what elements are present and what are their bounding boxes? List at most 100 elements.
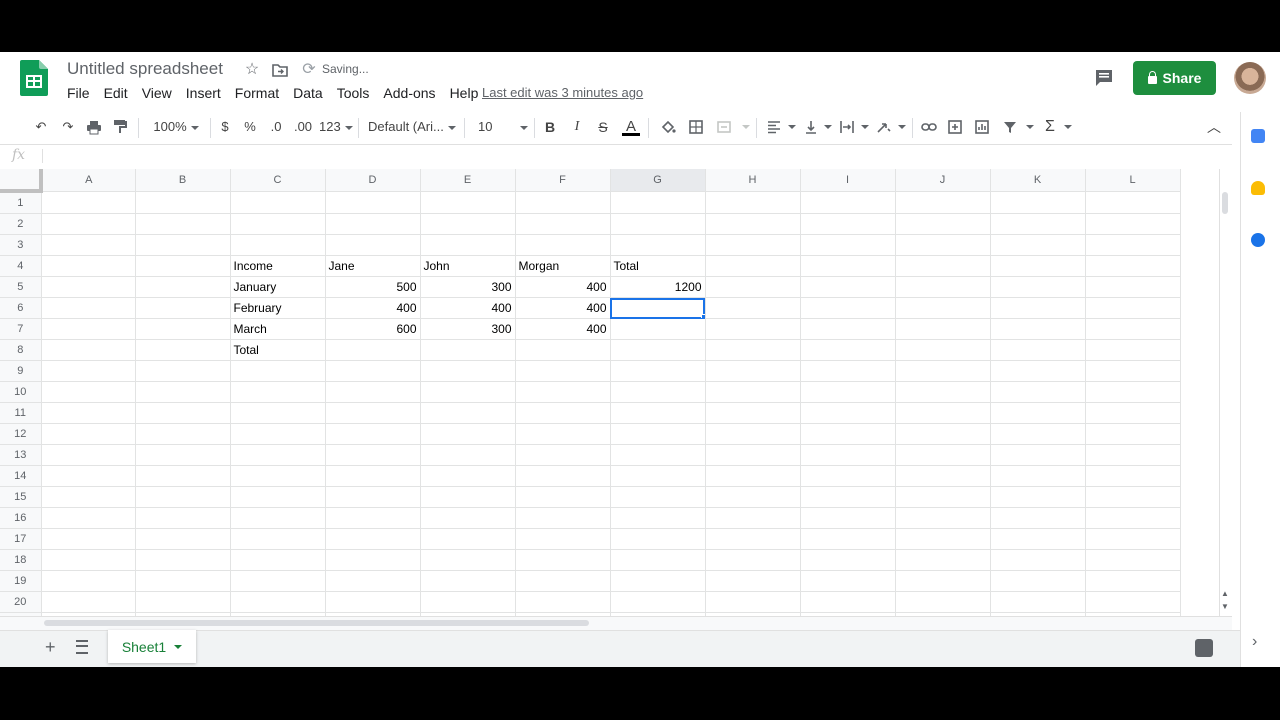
cell-k11[interactable]: [990, 402, 1086, 424]
cell-k14[interactable]: [990, 465, 1086, 487]
cell-b13[interactable]: [135, 444, 231, 466]
row-header[interactable]: 17: [0, 528, 42, 550]
cell-b5[interactable]: [135, 276, 231, 298]
cell-b19[interactable]: [135, 570, 231, 592]
cell-k15[interactable]: [990, 486, 1086, 508]
cell-i16[interactable]: [800, 507, 896, 529]
menu-help[interactable]: Help: [450, 85, 479, 105]
explore-icon[interactable]: [1195, 639, 1213, 657]
cell-f2[interactable]: [515, 213, 611, 235]
menu-format[interactable]: Format: [235, 85, 279, 105]
cell-a13[interactable]: [41, 444, 136, 466]
cell-k3[interactable]: [990, 234, 1086, 256]
scroll-up-icon[interactable]: ▲: [1221, 589, 1229, 598]
cell-j11[interactable]: [895, 402, 991, 424]
cell-l18[interactable]: [1085, 549, 1181, 571]
cell-l20[interactable]: [1085, 591, 1181, 613]
column-header-a[interactable]: A: [41, 169, 136, 192]
cell-l2[interactable]: [1085, 213, 1181, 235]
cell-k6[interactable]: [990, 297, 1086, 319]
share-button[interactable]: Share: [1133, 61, 1216, 95]
text-wrapping-icon[interactable]: [839, 119, 855, 135]
cell-d1[interactable]: [325, 191, 421, 214]
cell-g14[interactable]: [610, 465, 706, 487]
cell-i5[interactable]: [800, 276, 896, 298]
italic-button[interactable]: I: [570, 119, 584, 135]
cell-d13[interactable]: [325, 444, 421, 466]
cell-b10[interactable]: [135, 381, 231, 403]
cell-k12[interactable]: [990, 423, 1086, 445]
row-header[interactable]: 3: [0, 234, 42, 256]
cell-h9[interactable]: [705, 360, 801, 382]
cell-g4[interactable]: Total: [610, 255, 706, 277]
cell-d19[interactable]: [325, 570, 421, 592]
cell-f7[interactable]: 400: [515, 318, 611, 340]
column-header-l[interactable]: L: [1085, 169, 1181, 192]
cell-a7[interactable]: [41, 318, 136, 340]
cell-a4[interactable]: [41, 255, 136, 277]
cell-a16[interactable]: [41, 507, 136, 529]
cell-e1[interactable]: [420, 191, 516, 214]
cell-c16[interactable]: [230, 507, 326, 529]
menu-view[interactable]: View: [142, 85, 172, 105]
cell-h8[interactable]: [705, 339, 801, 361]
cell-g3[interactable]: [610, 234, 706, 256]
column-header-i[interactable]: I: [800, 169, 896, 192]
cell-e16[interactable]: [420, 507, 516, 529]
cell-e6[interactable]: 400: [420, 297, 516, 319]
cell-h15[interactable]: [705, 486, 801, 508]
cell-h10[interactable]: [705, 381, 801, 403]
cell-f12[interactable]: [515, 423, 611, 445]
cell-i18[interactable]: [800, 549, 896, 571]
strikethrough-button[interactable]: S: [596, 119, 610, 135]
percent-format-button[interactable]: %: [243, 119, 257, 135]
cell-e8[interactable]: [420, 339, 516, 361]
cell-d16[interactable]: [325, 507, 421, 529]
cell-d12[interactable]: [325, 423, 421, 445]
cell-a8[interactable]: [41, 339, 136, 361]
row-header[interactable]: 9: [0, 360, 42, 382]
cell-d18[interactable]: [325, 549, 421, 571]
cell-j8[interactable]: [895, 339, 991, 361]
cell-j12[interactable]: [895, 423, 991, 445]
column-header-h[interactable]: H: [705, 169, 801, 192]
cell-f6[interactable]: 400: [515, 297, 611, 319]
cell-h5[interactable]: [705, 276, 801, 298]
cell-f14[interactable]: [515, 465, 611, 487]
row-header[interactable]: 10: [0, 381, 42, 403]
cell-f1[interactable]: [515, 191, 611, 214]
cell-g11[interactable]: [610, 402, 706, 424]
cell-b11[interactable]: [135, 402, 231, 424]
cell-i20[interactable]: [800, 591, 896, 613]
borders-icon[interactable]: [688, 119, 704, 135]
cell-b15[interactable]: [135, 486, 231, 508]
row-header[interactable]: 18: [0, 549, 42, 571]
cell-h7[interactable]: [705, 318, 801, 340]
cell-c14[interactable]: [230, 465, 326, 487]
cell-c7[interactable]: March: [230, 318, 326, 340]
cell-f8[interactable]: [515, 339, 611, 361]
sheet-tab[interactable]: Sheet1: [108, 630, 196, 663]
cell-i3[interactable]: [800, 234, 896, 256]
cell-d20[interactable]: [325, 591, 421, 613]
cell-d11[interactable]: [325, 402, 421, 424]
column-header-c[interactable]: C: [230, 169, 326, 192]
horizontal-scroll-thumb[interactable]: [44, 620, 589, 626]
cell-e3[interactable]: [420, 234, 516, 256]
row-header[interactable]: 7: [0, 318, 42, 340]
cell-h4[interactable]: [705, 255, 801, 277]
cell-i1[interactable]: [800, 191, 896, 214]
sheet-grid[interactable]: ABCDEFGHIJKL 1 2 3 4 Income Jane John Morgan Tot…: [0, 169, 1219, 616]
cell-d5[interactable]: 500: [325, 276, 421, 298]
sheets-logo-icon[interactable]: [20, 60, 48, 96]
cell-a11[interactable]: [41, 402, 136, 424]
row-header[interactable]: 6: [0, 297, 42, 319]
cell-e14[interactable]: [420, 465, 516, 487]
cell-c1[interactable]: [230, 191, 326, 214]
cell-l3[interactable]: [1085, 234, 1181, 256]
cell-g6[interactable]: [610, 297, 706, 319]
insert-comment-icon[interactable]: [947, 119, 963, 135]
cell-j15[interactable]: [895, 486, 991, 508]
cell-h16[interactable]: [705, 507, 801, 529]
cell-e17[interactable]: [420, 528, 516, 550]
